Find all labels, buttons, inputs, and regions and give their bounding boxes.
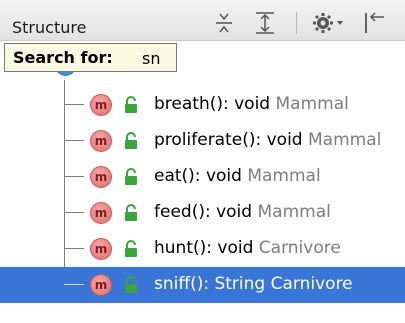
method-icon: m: [90, 166, 112, 188]
lock-icon: [124, 132, 138, 154]
method-signature: feed(): void: [154, 202, 253, 222]
tree-elbow: [64, 284, 84, 285]
tree-elbow: [64, 248, 84, 249]
hide-panel-icon[interactable]: [362, 10, 388, 36]
tree-elbow: [64, 176, 84, 177]
method-owner: Carnivore: [258, 238, 341, 258]
method-label: eat(): void Mammal: [154, 166, 321, 186]
method-signature: hunt(): void: [154, 238, 254, 258]
method-owner: Mammal: [275, 94, 349, 114]
expand-all-icon[interactable]: [214, 10, 234, 36]
method-signature: eat(): void: [154, 166, 242, 186]
method-owner: Mammal: [257, 202, 331, 222]
method-icon: m: [90, 238, 112, 260]
lock-icon: [124, 240, 138, 262]
method-owner: Carnivore: [270, 274, 353, 294]
method-row[interactable]: m sniff(): String Carnivore: [0, 267, 405, 303]
lock-icon: [124, 168, 138, 190]
lock-icon: [124, 204, 138, 226]
method-row[interactable]: m feed(): void Mammal: [0, 195, 405, 231]
method-label: sniff(): String Carnivore: [154, 274, 353, 294]
gear-icon[interactable]: [312, 10, 346, 36]
search-query[interactable]: sn: [142, 49, 160, 68]
method-label: breath(): void Mammal: [154, 94, 349, 114]
method-label: feed(): void Mammal: [154, 202, 331, 222]
method-icon: m: [90, 274, 112, 296]
method-row[interactable]: m eat(): void Mammal: [0, 159, 405, 195]
method-row[interactable]: m hunt(): void Carnivore: [0, 231, 405, 267]
method-icon: m: [90, 202, 112, 224]
structure-panel: Structure Search for: sn m breath(): voi…: [0, 0, 405, 323]
panel-bottom: [0, 306, 405, 323]
method-row[interactable]: m proliferate(): void Mammal: [0, 123, 405, 159]
method-owner: Mammal: [247, 166, 321, 186]
tree-elbow: [64, 212, 84, 213]
method-row[interactable]: m breath(): void Mammal: [0, 87, 405, 123]
method-label: hunt(): void Carnivore: [154, 238, 341, 258]
search-label: Search for:: [13, 48, 113, 67]
toolbar-separator: [296, 12, 297, 34]
tree-elbow: [64, 140, 84, 141]
method-owner: Mammal: [308, 130, 382, 150]
lock-icon: [124, 276, 138, 298]
panel-header: Structure: [0, 0, 405, 41]
method-signature: sniff(): String: [154, 274, 266, 294]
panel-title: Structure: [12, 18, 87, 37]
method-label: proliferate(): void Mammal: [154, 130, 381, 150]
method-icon: m: [90, 130, 112, 152]
method-icon: m: [90, 94, 112, 116]
method-signature: proliferate(): void: [154, 130, 303, 150]
tree-elbow: [64, 104, 84, 105]
method-signature: breath(): void: [154, 94, 271, 114]
search-popup: Search for: sn: [4, 43, 177, 72]
collapse-all-icon[interactable]: [254, 10, 276, 36]
lock-icon: [124, 96, 138, 118]
